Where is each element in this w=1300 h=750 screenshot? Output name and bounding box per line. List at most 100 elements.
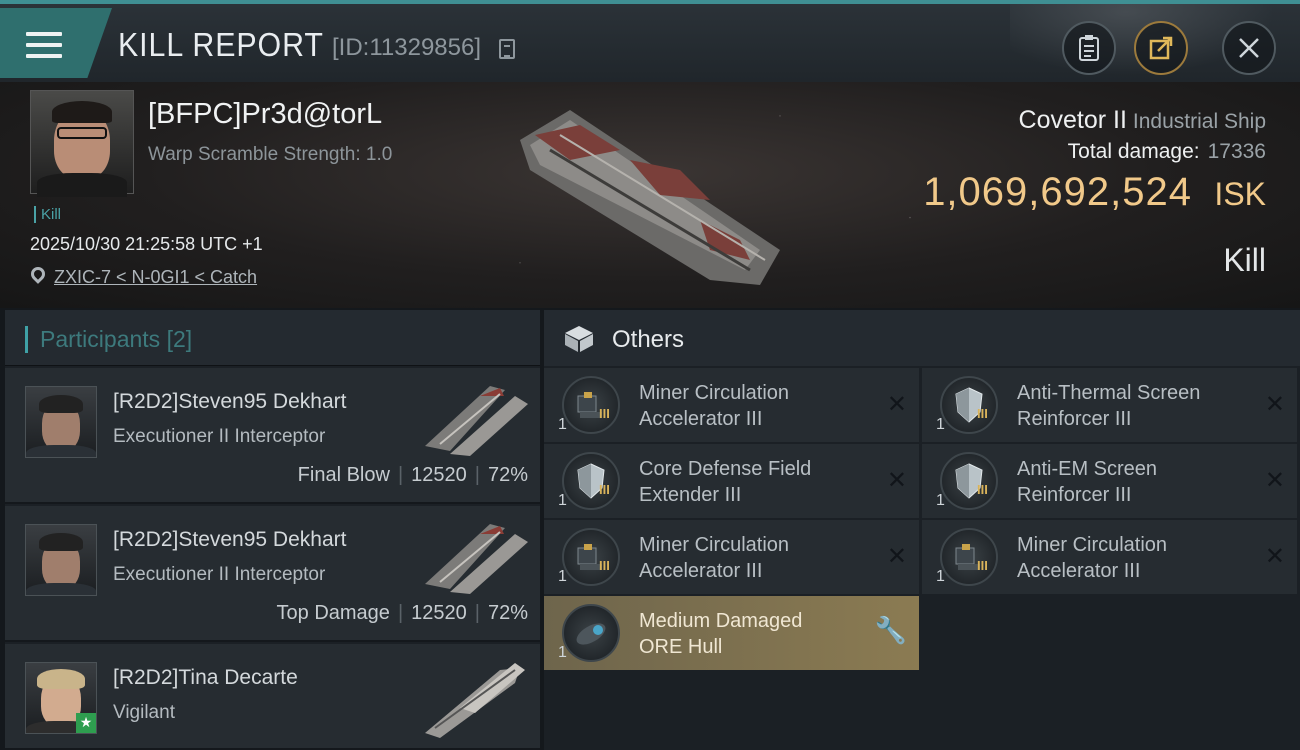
participant-role: Top Damage (276, 602, 390, 624)
miner-accelerator-icon (940, 528, 998, 586)
module-quantity: 1 (558, 492, 567, 509)
isk-value: 1,069,692,524 (923, 170, 1192, 214)
total-damage: Total damage: 17336 (1068, 140, 1266, 164)
module-meta-level: III (977, 406, 988, 421)
module-name-line2: Accelerator III (1017, 560, 1141, 582)
module-item[interactable]: 1 III Core Defense Field Extender III ✕ (544, 444, 919, 518)
menu-icon (26, 32, 62, 60)
copy-icon[interactable] (499, 39, 515, 59)
module-name-line2: Accelerator III (639, 408, 763, 430)
module-item[interactable]: 1 III Miner Circulation Accelerator III ✕ (544, 520, 919, 594)
module-quantity: 1 (936, 416, 945, 433)
result-label: Kill (1223, 242, 1266, 278)
module-name: Miner Circulation Accelerator III (639, 532, 879, 584)
participant-ship-image (425, 663, 525, 738)
module-meta-level: III (977, 482, 988, 497)
share-button[interactable] (1134, 21, 1188, 75)
module-name-line2: Extender III (639, 484, 742, 506)
miner-accelerator-icon (562, 528, 620, 586)
participant-name: [R2D2]Steven95 Dekhart (113, 528, 347, 551)
destroyed-icon: ✕ (886, 466, 907, 494)
star-icon: ★ (76, 713, 96, 733)
module-name: Miner Circulation Accelerator III (1017, 532, 1257, 584)
module-name: Miner Circulation Accelerator III (639, 380, 879, 432)
participants-count: [2] (166, 326, 193, 352)
participant-row[interactable]: [R2D2]Steven95 Dekhart Executioner II In… (5, 368, 540, 504)
participant-ship: Executioner II Interceptor (113, 564, 326, 585)
wrench-icon: 🔧 (874, 616, 907, 646)
participant-ship-image (425, 524, 528, 594)
participant-percent: 72% (487, 602, 528, 624)
module-name-line2: Reinforcer III (1017, 484, 1132, 506)
report-id: [ID:11329856] (332, 34, 482, 61)
module-name-line1: Miner Circulation (639, 534, 790, 556)
header-bar: KILL REPORT [ID:11329856] (0, 0, 1300, 86)
kill-tag: Kill (34, 206, 61, 223)
participant-damage: 12520 (411, 602, 467, 624)
ship-class: Industrial Ship (1132, 110, 1266, 133)
participants-label: Participants (40, 326, 161, 352)
module-item-hull[interactable]: 1 Medium Damaged ORE Hull 🔧 (544, 596, 919, 670)
destroyed-icon: ✕ (1264, 390, 1285, 418)
module-name-line1: Miner Circulation (639, 382, 790, 404)
module-quantity: 1 (558, 568, 567, 585)
module-name-line1: Miner Circulation (1017, 534, 1168, 556)
share-icon (1149, 36, 1173, 60)
damage-value: 17336 (1207, 140, 1266, 163)
module-meta-level: III (599, 558, 610, 573)
participant-role: Final Blow (297, 464, 390, 486)
victim-portrait[interactable] (30, 90, 134, 197)
victim-name[interactable]: [BFPC]Pr3d@torL (148, 98, 382, 131)
participant-name: [R2D2]Steven95 Dekhart (113, 390, 347, 413)
others-panel: Others 1 III Miner Circulation Accelerato… (544, 310, 1300, 750)
damage-label: Total damage: (1067, 140, 1200, 163)
participant-name: [R2D2]Tina Decarte (113, 666, 298, 689)
module-meta-level: III (599, 406, 610, 421)
victim-ship-image[interactable] (510, 100, 790, 290)
module-name-line1: Core Defense Field (639, 458, 812, 480)
module-item[interactable]: 1 III Miner Circulation Accelerator III ✕ (922, 520, 1297, 594)
participant-portrait (25, 524, 97, 596)
participant-row[interactable]: ★ [R2D2]Tina Decarte Vigilant (5, 644, 540, 750)
participant-damage: 12520 (411, 464, 467, 486)
participant-row[interactable]: [R2D2]Steven95 Dekhart Executioner II In… (5, 506, 540, 642)
clipboard-button[interactable] (1062, 21, 1116, 75)
module-name: Core Defense Field Extender III (639, 456, 879, 508)
module-name: Medium Damaged ORE Hull (639, 608, 879, 660)
module-name-line2: Accelerator III (639, 560, 763, 582)
box-icon (565, 326, 593, 352)
module-name-line2: Reinforcer III (1017, 408, 1132, 430)
participant-ship: Executioner II Interceptor (113, 426, 326, 447)
module-quantity: 1 (558, 644, 567, 661)
module-quantity: 1 (558, 416, 567, 433)
ship-type: Covetor II (1018, 106, 1127, 134)
participant-portrait: ★ (25, 662, 97, 734)
participant-ship: Vigilant (113, 702, 175, 723)
participants-panel: Participants [2] [R2D2]Steven95 Dekhart … (5, 310, 540, 750)
destroyed-icon: ✕ (886, 542, 907, 570)
module-item[interactable]: 1 III Anti-EM Screen Reinforcer III ✕ (922, 444, 1297, 518)
participant-stats: Top Damage | 12520 | 72% (276, 602, 528, 624)
participant-portrait (25, 386, 97, 458)
participants-title: Participants [2] (25, 326, 192, 353)
warp-scramble-strength: Warp Scramble Strength: 1.0 (148, 144, 393, 165)
location-link[interactable]: ZXIC-7 < N-0GI1 < Catch (54, 267, 257, 288)
module-item[interactable]: 1 III Anti-Thermal Screen Reinforcer III … (922, 368, 1297, 442)
module-quantity: 1 (936, 492, 945, 509)
module-quantity: 1 (936, 568, 945, 585)
module-name-line1: Anti-Thermal Screen (1017, 382, 1201, 404)
module-name-line1: Medium Damaged (639, 610, 803, 632)
shield-reinforcer-icon (940, 376, 998, 434)
module-name-line1: Anti-EM Screen (1017, 458, 1158, 480)
menu-button[interactable] (0, 8, 112, 78)
miner-accelerator-icon (562, 376, 620, 434)
others-header: Others (544, 310, 1300, 366)
ship-name: Covetor II Industrial Ship (1019, 106, 1266, 135)
destroyed-icon: ✕ (1264, 466, 1285, 494)
module-meta-level: III (977, 558, 988, 573)
close-icon (1239, 38, 1259, 58)
module-item[interactable]: 1 III Miner Circulation Accelerator III ✕ (544, 368, 919, 442)
close-button[interactable] (1222, 21, 1276, 75)
module-name: Anti-Thermal Screen Reinforcer III (1017, 380, 1257, 432)
clipboard-icon (1079, 35, 1099, 61)
